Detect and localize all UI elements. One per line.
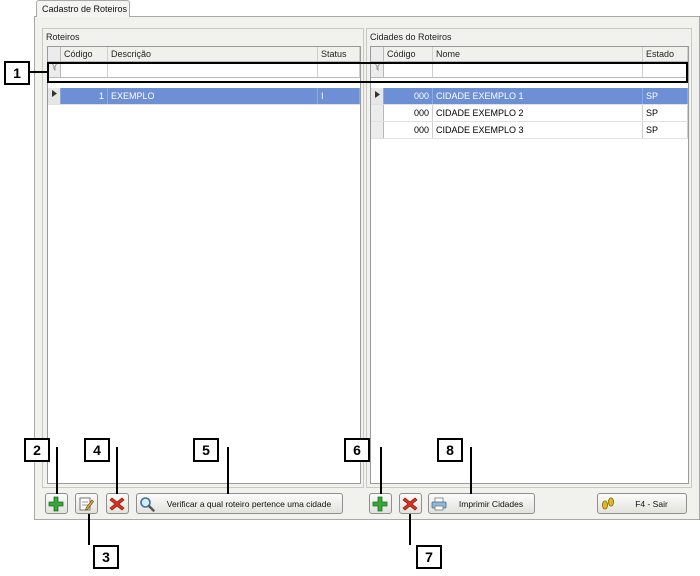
row-pointer-icon (48, 88, 61, 104)
callout-8: 8 (437, 438, 463, 462)
sair-label: F4 - Sair (635, 498, 668, 509)
magnifier-icon (137, 494, 156, 513)
col-descricao[interactable]: Descrição (108, 47, 318, 61)
plus-icon (370, 494, 389, 513)
cell-codigo: 1 (61, 88, 108, 104)
cidades-header-row: Código Nome Estado (371, 47, 688, 62)
callout-3-leader (88, 514, 90, 545)
callout-1: 1 (4, 61, 30, 85)
roteiros-grid: Código Descrição Status 1 EXEMPLO I (47, 46, 361, 484)
delete-roteiro-button[interactable] (106, 493, 129, 514)
cell-codigo: 000 (384, 105, 433, 121)
row-indicator (371, 105, 384, 121)
cell-status: I (318, 88, 360, 104)
edit-icon (76, 494, 95, 513)
col-estado[interactable]: Estado (643, 47, 688, 61)
col-codigo[interactable]: Código (61, 47, 108, 61)
callout-2-leader (56, 447, 58, 494)
cell-nome: CIDADE EXEMPLO 2 (433, 105, 643, 121)
col-codigo[interactable]: Código (384, 47, 433, 61)
roteiros-title: Roteiros (46, 32, 80, 42)
imprimir-cidades-label: Imprimir Cidades (458, 498, 524, 509)
delete-cidade-button[interactable] (399, 493, 422, 514)
sair-button[interactable]: F4 - Sair (597, 493, 687, 514)
callout-3: 3 (93, 545, 119, 569)
table-row[interactable]: 000 CIDADE EXEMPLO 3 SP (371, 122, 688, 139)
callout-6: 6 (344, 438, 370, 462)
delete-icon (400, 494, 419, 513)
col-status[interactable]: Status (318, 47, 360, 61)
callout-1-leader (30, 71, 47, 73)
callout-7: 7 (416, 545, 442, 569)
verificar-roteiro-button[interactable]: Verificar a qual roteiro pertence uma ci… (136, 493, 343, 514)
imprimir-cidades-button[interactable]: Imprimir Cidades (428, 493, 535, 514)
cell-codigo: 000 (384, 88, 433, 104)
edit-roteiro-button[interactable] (75, 493, 98, 514)
roteiros-header-row: Código Descrição Status (48, 47, 360, 62)
cidades-title: Cidades do Roteiros (370, 32, 452, 42)
cell-descricao: EXEMPLO (108, 88, 318, 104)
row-indicator (371, 122, 384, 138)
printer-icon (429, 494, 448, 513)
cell-nome: CIDADE EXEMPLO 1 (433, 88, 643, 104)
callout-5-leader (227, 447, 229, 494)
cell-nome: CIDADE EXEMPLO 3 (433, 122, 643, 138)
tab-cadastro-roteiros[interactable]: Cadastro de Roteiros (36, 0, 130, 17)
callout-6-leader (380, 447, 382, 494)
col-nome[interactable]: Nome (433, 47, 643, 61)
callout-4: 4 (84, 438, 110, 462)
header-indicator (48, 47, 61, 61)
verificar-roteiro-label: Verificar a qual roteiro pertence uma ci… (166, 498, 332, 509)
filter-row-highlight (47, 62, 688, 83)
callout-5: 5 (193, 438, 219, 462)
cidades-grid: Código Nome Estado 000 CIDADE EXEMPLO 1 … (370, 46, 689, 484)
cell-estado: SP (643, 105, 688, 121)
callout-4-leader (116, 447, 118, 494)
add-roteiro-button[interactable] (45, 493, 68, 514)
row-pointer-icon (371, 88, 384, 104)
cell-estado: SP (643, 122, 688, 138)
add-cidade-button[interactable] (369, 493, 392, 514)
delete-icon (107, 494, 126, 513)
callout-8-leader (470, 447, 472, 494)
callout-2: 2 (24, 438, 50, 462)
callout-7-leader (409, 514, 411, 545)
roteiros-group: Roteiros Código Descrição Status 1 EXEMP… (42, 28, 364, 488)
table-row[interactable]: 1 EXEMPLO I (48, 88, 360, 105)
footsteps-icon (598, 494, 617, 513)
cidades-group: Cidades do Roteiros Código Nome Estado 0… (366, 28, 692, 488)
cell-codigo: 000 (384, 122, 433, 138)
header-indicator (371, 47, 384, 61)
table-row[interactable]: 000 CIDADE EXEMPLO 2 SP (371, 105, 688, 122)
cell-estado: SP (643, 88, 688, 104)
table-row[interactable]: 000 CIDADE EXEMPLO 1 SP (371, 88, 688, 105)
plus-icon (46, 494, 65, 513)
